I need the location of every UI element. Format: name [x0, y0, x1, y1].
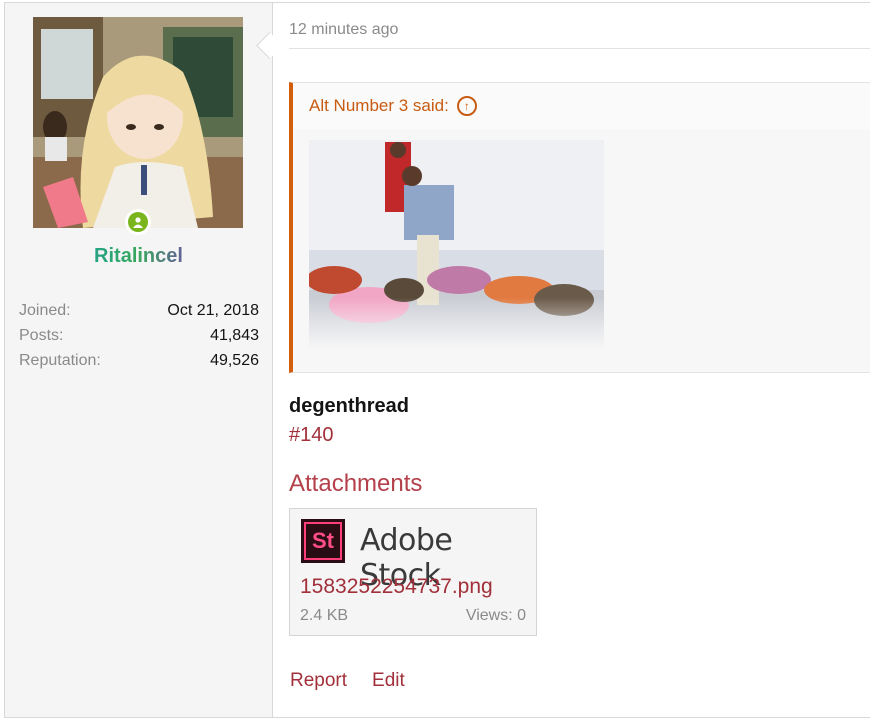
edit-link[interactable]: Edit: [372, 670, 405, 692]
user-online-icon: [128, 212, 148, 232]
attachment-card[interactable]: St Adobe Stock 1583252254737.png 2.4 KB …: [289, 508, 537, 636]
attachment-filename[interactable]: 1583252254737.png: [300, 575, 493, 599]
user-sidebar: Ritalincel Joined: Oct 21, 2018 Posts: 4…: [5, 3, 273, 717]
stat-label: Posts:: [19, 327, 64, 344]
online-status-badge: [125, 209, 151, 235]
post-number-link[interactable]: #140: [289, 424, 334, 447]
attachment-size: 2.4 KB: [300, 607, 349, 624]
stat-posts: Posts: 41,843: [19, 327, 259, 352]
stat-joined: Joined: Oct 21, 2018: [19, 302, 259, 327]
divider: [289, 48, 870, 49]
stat-label: Reputation:: [19, 352, 101, 369]
stat-value: 41,843: [210, 327, 259, 344]
username[interactable]: Ritalincel: [5, 245, 272, 268]
stat-value: 49,526: [210, 352, 259, 369]
thread-title: degenthread: [289, 395, 410, 417]
quote-header[interactable]: Alt Number 3 said: ↑: [293, 83, 870, 129]
stat-label: Joined:: [19, 302, 71, 319]
user-stats: Joined: Oct 21, 2018 Posts: 41,843 Reput…: [19, 302, 259, 377]
post-timestamp[interactable]: 12 minutes ago: [289, 21, 398, 39]
logo-text: St: [304, 522, 342, 560]
attachments-heading: Attachments: [289, 470, 423, 497]
adobe-stock-logo-icon: St: [301, 519, 345, 563]
arrow-up-circle-icon[interactable]: ↑: [456, 96, 477, 116]
quote-author[interactable]: Alt Number 3 said:: [309, 96, 449, 116]
post-actions: Report Edit: [290, 670, 405, 692]
attachment-views: Views: 0: [465, 607, 526, 624]
quote-block: Alt Number 3 said: ↑: [289, 82, 870, 373]
avatar[interactable]: [33, 17, 243, 228]
post-body: 12 minutes ago Alt Number 3 said: ↑ dege…: [273, 3, 870, 717]
stat-value: Oct 21, 2018: [167, 302, 259, 319]
report-link[interactable]: Report: [290, 670, 347, 692]
stat-reputation: Reputation: 49,526: [19, 352, 259, 377]
quote-image[interactable]: [309, 140, 604, 350]
